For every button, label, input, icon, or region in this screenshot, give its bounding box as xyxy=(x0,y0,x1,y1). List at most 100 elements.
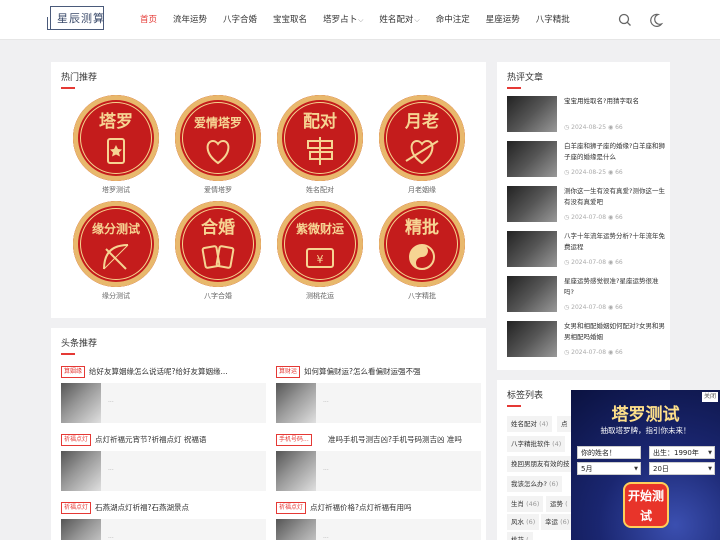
signpost-icon xyxy=(307,137,333,165)
review-title[interactable]: 宝宝用姓取名?用猜字取名 xyxy=(564,96,668,107)
hot-item-label[interactable]: 塔罗测试 xyxy=(66,185,166,195)
review-title[interactable]: 白羊座和狮子座的婚缘?白羊座和狮子座的婚缘是什么 xyxy=(564,141,668,163)
tag-chip[interactable]: 我该怎么办? (6) xyxy=(507,476,563,492)
review-item[interactable]: 白羊座和狮子座的婚缘?白羊座和狮子座的婚缘是什么 ◷ 2024-08-25 ◉ 6… xyxy=(507,141,667,181)
news-tag[interactable]: 手机号码... xyxy=(276,434,312,446)
hot-item-badge[interactable]: 爱情塔罗 xyxy=(175,95,261,181)
hot-item-label[interactable]: 测桃花运 xyxy=(270,291,370,301)
nav-item[interactable]: 八字合婚 xyxy=(215,0,265,40)
ad-subtitle: 抽取塔罗牌，指引你未来！ xyxy=(600,426,691,435)
review-thumbnail[interactable] xyxy=(507,186,557,222)
svg-text:¥: ¥ xyxy=(317,253,324,266)
review-item[interactable]: 测你这一生有没有真爱?测你这一生有没有真爱吧 ◷ 2024-07-08 ◉ 66 xyxy=(507,186,667,226)
tag-chip[interactable]: 挽回男朋友有效的技 xyxy=(507,456,574,472)
review-item[interactable]: 八字十年流年运势分析?十年流年免费运程 ◷ 2024-07-08 ◉ 66 xyxy=(507,231,667,271)
hot-item-label[interactable]: 缘分测试 xyxy=(66,291,166,301)
review-date: 2024-08-25 xyxy=(571,124,607,131)
nav-item[interactable]: 首页 xyxy=(132,0,165,40)
hot-item-badge[interactable]: 紫微财运 ¥ xyxy=(277,201,363,287)
hot-item-badge[interactable]: 精批 xyxy=(379,201,465,287)
news-title[interactable]: 准吗手机号测吉凶?手机号码测吉凶 准吗 xyxy=(328,434,481,446)
tag-chip[interactable]: 八字精批软件 (4) xyxy=(507,436,566,452)
review-item[interactable]: 星座运势感觉很准?星座运势很准吗? ◷ 2024-07-08 ◉ 66 xyxy=(507,276,667,316)
nav-item[interactable]: 姓名配对⌵ xyxy=(371,0,427,40)
nav-item[interactable]: 宝宝取名 xyxy=(265,0,315,40)
review-title[interactable]: 八字十年流年运势分析?十年流年免费运程 xyxy=(564,231,668,253)
news-excerpt: ... xyxy=(108,465,114,472)
tag-name: 八字精批软件 xyxy=(511,440,550,448)
hot-item-label[interactable]: 姓名配对 xyxy=(270,185,370,195)
news-thumbnail[interactable] xyxy=(276,519,316,540)
hot-item-badge[interactable]: 缘分测试 xyxy=(73,201,159,287)
news-title[interactable]: 给好友算姻缘怎么说话呢?给好友算姻缘... xyxy=(89,366,266,378)
review-title[interactable]: 测你这一生有没有真爱?测你这一生有没有真爱吧 xyxy=(564,186,668,208)
nav-item[interactable]: 命中注定 xyxy=(428,0,478,40)
ad-day-select[interactable]: 20日 xyxy=(649,462,715,475)
news-title[interactable]: 点灯祈福元宵节?祈福点灯 祝福语 xyxy=(95,434,266,446)
review-thumbnail[interactable] xyxy=(507,96,557,132)
hot-item-label[interactable]: 八字精批 xyxy=(372,291,472,301)
hot-item-label[interactable]: 八字合婚 xyxy=(168,291,268,301)
bow-arrow-icon xyxy=(103,244,129,270)
tag-count: (6) xyxy=(546,480,559,488)
review-item[interactable]: 宝宝用姓取名?用猜字取名 ◷ 2024-08-25 ◉ 66 xyxy=(507,96,667,136)
hot-item-badge[interactable]: 合婚 xyxy=(175,201,261,287)
review-thumbnail[interactable] xyxy=(507,231,557,267)
news-item[interactable]: 算财运 如何算偏财运?怎么看偏财运强不强... xyxy=(276,366,481,424)
tag-chip[interactable]: 生肖 (46) xyxy=(507,496,544,512)
nav-item[interactable]: 流年运势 xyxy=(165,0,215,40)
news-tag[interactable]: 祈福点灯 xyxy=(276,502,307,514)
news-thumbnail[interactable] xyxy=(61,451,101,491)
news-item[interactable]: 祈福点灯 点灯祈福价格?点灯祈福有用吗... xyxy=(276,502,481,540)
ad-year-select[interactable]: 出生：1990年 xyxy=(649,446,715,459)
nav-item[interactable]: 塔罗占卜⌵ xyxy=(315,0,371,40)
ad-start-button[interactable]: 开始测试 xyxy=(623,482,669,528)
tag-name: 挽回男朋友有效的技 xyxy=(511,460,570,468)
nav-label: 塔罗占卜 xyxy=(323,15,358,25)
review-thumbnail[interactable] xyxy=(507,276,557,312)
tag-chip[interactable]: 运势 ( xyxy=(546,496,572,512)
news-title[interactable]: 石燕湖点灯祈福?石燕湖景点 xyxy=(95,502,266,514)
review-title[interactable]: 女男和相配婚姻如何配对?女男和男男相配吗婚姻 xyxy=(564,321,668,343)
moon-icon[interactable] xyxy=(648,12,664,28)
news-tag[interactable]: 算姻缘 xyxy=(61,366,86,378)
review-title[interactable]: 星座运势感觉很准?星座运势很准吗? xyxy=(564,276,668,298)
news-item[interactable]: 祈福点灯 石燕湖点灯祈福?石燕湖景点... xyxy=(61,502,266,540)
hot-item-label[interactable]: 月老姻缘 xyxy=(372,185,472,195)
hot-item-badge[interactable]: 塔罗 xyxy=(73,95,159,181)
review-thumbnail[interactable] xyxy=(507,321,557,357)
nav-item[interactable]: 八字精批 xyxy=(528,0,578,40)
ad-month-select[interactable]: 5月 xyxy=(577,462,641,475)
tarot-ad-popup[interactable]: 关闭 塔罗测试 抽取塔罗牌，指引你未来！ 你的姓名！ 出生：1990年 5月 2… xyxy=(571,390,720,540)
tag-name: 我该怎么办? xyxy=(511,480,547,488)
hot-item-badge[interactable]: 配对 xyxy=(277,95,363,181)
tag-chip[interactable]: 点 xyxy=(557,416,572,432)
news-title[interactable]: 如何算偏财运?怎么看偏财运强不强 xyxy=(304,366,481,378)
tag-chip[interactable]: 姓名配对 (4) xyxy=(507,416,553,432)
news-thumbnail[interactable] xyxy=(276,451,316,491)
ad-name-input[interactable]: 你的姓名！ xyxy=(577,446,641,459)
site-logo[interactable]: 星辰测算 xyxy=(47,6,104,30)
tag-chip[interactable]: 桃花 ( xyxy=(507,532,533,540)
tag-name: 生肖 xyxy=(511,500,524,508)
news-thumbnail[interactable] xyxy=(61,383,101,423)
news-item[interactable]: 手机号码... 准吗手机号测吉凶?手机号码测吉凶 准吗... xyxy=(276,434,481,492)
tag-chip[interactable]: 风水 (6) xyxy=(507,514,540,530)
news-title[interactable]: 点灯祈福价格?点灯祈福有用吗 xyxy=(310,502,481,514)
news-item[interactable]: 祈福点灯 点灯祈福元宵节?祈福点灯 祝福语... xyxy=(61,434,266,492)
review-meta: ◷ 2024-07-08 ◉ 66 xyxy=(564,214,623,221)
review-thumbnail[interactable] xyxy=(507,141,557,177)
news-thumbnail[interactable] xyxy=(276,383,316,423)
news-tag[interactable]: 祈福点灯 xyxy=(61,502,92,514)
news-tag[interactable]: 算财运 xyxy=(276,366,301,378)
headline-card: 头条推荐 算姻缘 给好友算姻缘怎么说话呢?给好友算姻缘...... 算财运 如何算偏财… xyxy=(51,328,486,540)
search-icon[interactable] xyxy=(617,12,633,28)
hot-item-label[interactable]: 爱情塔罗 xyxy=(168,185,268,195)
review-item[interactable]: 女男和相配婚姻如何配对?女男和男男相配吗婚姻 ◷ 2024-07-08 ◉ 66 xyxy=(507,321,667,361)
nav-item[interactable]: 星座运势 xyxy=(478,0,528,40)
tag-chip[interactable]: 幸运 (6) xyxy=(541,514,574,530)
news-thumbnail[interactable] xyxy=(61,519,101,540)
news-item[interactable]: 算姻缘 给好友算姻缘怎么说话呢?给好友算姻缘...... xyxy=(61,366,266,424)
hot-item-badge[interactable]: 月老 xyxy=(379,95,465,181)
news-tag[interactable]: 祈福点灯 xyxy=(61,434,92,446)
